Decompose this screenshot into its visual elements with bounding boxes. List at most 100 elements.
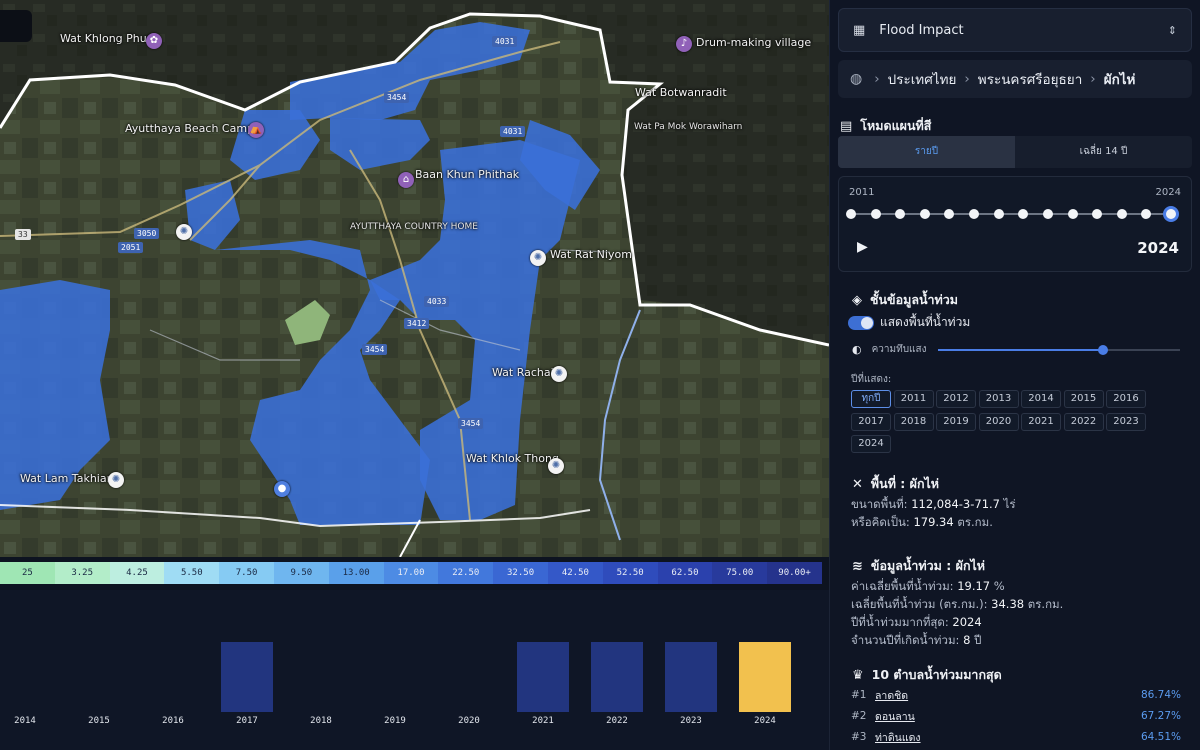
rank-subdistrict-link[interactable]: ท่าดินแดง	[875, 729, 1141, 746]
rank-percent: 86.74%	[1140, 689, 1181, 701]
bar-tick-label: 2014	[14, 716, 36, 726]
map-mode-label: โหมดแผนที่สี	[860, 118, 932, 133]
year-chip[interactable]: 2014	[1021, 390, 1061, 408]
bar-2023[interactable]	[665, 642, 717, 712]
location-pin-icon[interactable]: ●	[274, 481, 290, 497]
timeline-dot[interactable]	[1163, 206, 1179, 222]
temple-icon[interactable]: ✿	[146, 33, 162, 49]
side-panel: ▦ Flood Impact ⇕ ◍ › ประเทศไทย › พระนครศ…	[829, 0, 1200, 750]
map-place-label: AYUTTHAYA COUNTRY HOME	[350, 222, 478, 232]
top10-title: ♛ 10 ตำบลน้ำท่วมมากสุด	[852, 665, 1002, 685]
timeline-dot[interactable]	[1141, 209, 1152, 219]
timeline-dot[interactable]	[1092, 209, 1103, 219]
year-chip[interactable]: 2015	[1063, 390, 1104, 408]
timeline-dot[interactable]	[895, 209, 906, 219]
year-chip[interactable]: 2021	[1021, 412, 1061, 431]
road-shield: 4033	[424, 296, 450, 307]
year-chip[interactable]: 2012	[936, 390, 976, 408]
legend-cell: 75.00	[712, 562, 768, 584]
temple-icon[interactable]: ✺	[530, 250, 546, 266]
road-shield: 33	[15, 229, 31, 240]
years-label: ปีที่แสดง:	[851, 374, 892, 385]
bar-2024[interactable]	[739, 642, 791, 712]
camp-icon[interactable]: ⛺	[248, 122, 264, 138]
timeline-dot[interactable]	[1116, 209, 1127, 219]
area-size-label: ขนาดพื้นที่:	[851, 497, 908, 511]
tools-icon: ✕	[852, 476, 863, 492]
tab-yearly[interactable]: รายปี	[838, 136, 1015, 168]
timeline-dot[interactable]	[919, 209, 930, 219]
bar-2021[interactable]	[517, 642, 569, 712]
year-chip[interactable]: 2013	[978, 390, 1019, 408]
max-year-value: 2024	[952, 615, 982, 629]
temple-icon[interactable]: ✺	[551, 366, 567, 382]
timeline-dot[interactable]	[1042, 209, 1053, 219]
tab-average[interactable]: เฉลี่ย 14 ปี	[1015, 136, 1192, 168]
timeline-dot[interactable]	[846, 209, 856, 219]
landmark-icon[interactable]: ⌂	[398, 172, 414, 188]
timeline-dot[interactable]	[1067, 209, 1078, 219]
area-info: ขนาดพื้นที่: 112,084-3-71.7 ไร่ หรือคิดเ…	[851, 495, 1016, 531]
timeline-dot[interactable]	[1018, 209, 1029, 219]
temple-icon[interactable]: ✺	[108, 472, 124, 488]
bar-tick-label: 2022	[606, 716, 628, 726]
rank-subdistrict-link[interactable]: ลาดชิด	[875, 687, 1141, 704]
timeline-end: 2024	[1155, 187, 1181, 198]
bar-tick-label: 2020	[458, 716, 480, 726]
map-view[interactable]: Ayutthaya Beach Camp ⛺ Wat Khlong Phum ✿…	[0, 0, 829, 557]
map-canvas[interactable]	[0, 0, 829, 557]
year-chip[interactable]: 2024	[851, 435, 891, 453]
map-place-label: Wat Lam Takhian	[20, 472, 114, 485]
temple-icon[interactable]: ✺	[176, 224, 192, 240]
timeline-dot[interactable]	[969, 209, 980, 219]
map-control-button[interactable]	[0, 10, 32, 42]
road-shield: 3454	[458, 418, 484, 429]
temple-icon[interactable]: ✺	[548, 458, 564, 474]
avg-area-label: เฉลี่ยพื้นที่น้ำท่วม (ตร.กม.):	[851, 597, 988, 611]
rank-row: #1 ลาดชิด 86.74%	[851, 686, 1181, 704]
opacity-slider[interactable]	[938, 345, 1180, 355]
year-chip[interactable]: 2023	[1106, 412, 1146, 431]
year-chip[interactable]: 2022	[1063, 412, 1104, 431]
flood-info-title: ≋ ข้อมูลน้ำท่วม : ผักไห่	[852, 556, 985, 576]
map-mode-title: ▤ โหมดแผนที่สี	[840, 116, 931, 136]
timeline-dot[interactable]	[993, 209, 1004, 219]
year-chip[interactable]: 2016	[1106, 390, 1146, 408]
globe-icon[interactable]: ◍	[850, 71, 862, 87]
music-icon[interactable]: ♪	[676, 36, 692, 52]
map-place-label: Drum-making village	[696, 36, 812, 49]
legend-cell: 13.00	[328, 562, 384, 584]
timeline-dot[interactable]	[944, 209, 955, 219]
bar-2022[interactable]	[591, 642, 643, 712]
chevron-right-icon: ›	[1090, 71, 1096, 87]
timeline-dot[interactable]	[870, 209, 881, 219]
flood-toggle[interactable]	[848, 315, 874, 330]
road-shield: 4031	[492, 36, 518, 47]
year-chip[interactable]: 2017	[851, 412, 891, 431]
area-sqkm-value: 179.34	[913, 515, 954, 529]
top10-label: 10 ตำบลน้ำท่วมมากสุด	[871, 667, 1002, 682]
opacity-row: ◐ ความทึบแสง	[852, 342, 927, 357]
year-chip[interactable]: 2020	[978, 412, 1019, 431]
rank-row: #2 ดอนลาน 67.27%	[851, 707, 1181, 725]
year-chip[interactable]: 2019	[936, 412, 976, 431]
breadcrumb-province[interactable]: พระนครศรีอยุธยา	[978, 68, 1082, 90]
breadcrumb: ◍ › ประเทศไทย › พระนครศรีอยุธยา › ผักไห่	[838, 60, 1192, 98]
map-place-label: Baan Khun Phithak	[415, 168, 520, 181]
opacity-label: ความทึบแสง	[871, 344, 927, 355]
rank-subdistrict-link[interactable]: ดอนลาน	[875, 708, 1141, 725]
opacity-knob[interactable]	[1097, 345, 1108, 355]
area-size-unit: ไร่	[1003, 497, 1016, 511]
play-icon[interactable]: ▶	[857, 239, 868, 255]
year-chip[interactable]: 2018	[893, 412, 934, 431]
year-chip[interactable]: ทุกปี	[851, 390, 891, 408]
bar-2017[interactable]	[221, 642, 273, 712]
chevron-updown-icon: ⇕	[1167, 23, 1177, 37]
layer-dropdown[interactable]: ▦ Flood Impact ⇕	[838, 8, 1192, 52]
legend-cell: 17.00	[383, 562, 439, 584]
year-chip[interactable]: 2011	[893, 390, 934, 408]
flood-toggle-label: แสดงพื้นที่น้ำท่วม	[880, 315, 971, 329]
flood-legend: 25 3.25 4.25 5.50 7.50 9.50 13.00 17.00 22.50 32.…	[0, 562, 822, 584]
breadcrumb-country[interactable]: ประเทศไทย	[888, 68, 957, 90]
avg-area-unit: ตร.กม.	[1027, 597, 1064, 611]
